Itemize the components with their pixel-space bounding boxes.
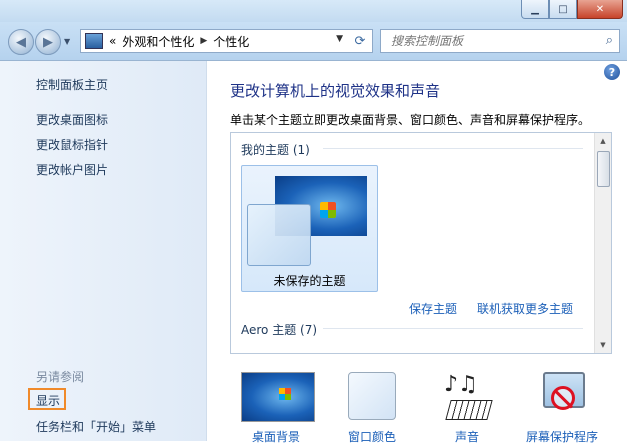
window-color-button[interactable]: 窗口颜色 — [327, 372, 417, 444]
desktop-background-icon — [241, 372, 315, 422]
group-divider — [323, 328, 583, 329]
sidebar: 控制面板主页 更改桌面图标 更改鼠标指针 更改帐户图片 另请参阅 显示 任务栏和… — [0, 61, 207, 441]
theme-window-color-preview — [247, 204, 311, 266]
forward-button[interactable]: ▶ — [35, 29, 61, 55]
page-title: 更改计算机上的视觉效果和声音 — [230, 82, 441, 100]
scroll-up-icon[interactable]: ▲ — [595, 133, 611, 149]
caption-buttons: ▁ □ ✕ — [521, 0, 623, 19]
see-also-heading: 另请参阅 — [36, 370, 85, 384]
breadcrumb-overflow[interactable]: « — [109, 34, 116, 48]
no-sign-icon — [551, 386, 575, 410]
breadcrumb-personalization[interactable]: 个性化 — [213, 33, 249, 50]
help-button[interactable]: ? — [604, 64, 620, 80]
sidebar-link-desktop-icons[interactable]: 更改桌面图标 — [36, 111, 108, 128]
aero-themes-header: Aero 主题 (7) — [241, 323, 318, 337]
see-also-display-link[interactable]: 显示 — [36, 392, 60, 409]
back-arrow-icon: ◀ — [16, 34, 26, 50]
see-also-taskbar-link[interactable]: 任务栏和「开始」菜单 — [36, 418, 156, 435]
close-button[interactable]: ✕ — [577, 0, 623, 19]
screen-saver-button[interactable]: 屏幕保护程序 — [517, 372, 607, 444]
windows-logo-icon — [320, 202, 336, 218]
maximize-button[interactable]: □ — [549, 0, 577, 19]
address-dropdown-icon[interactable]: ▼ — [336, 34, 343, 44]
search-icon[interactable]: ⌕ — [606, 33, 613, 48]
screen-saver-label[interactable]: 屏幕保护程序 — [517, 428, 607, 445]
vertical-scrollbar[interactable]: ▲ ▼ — [594, 133, 611, 353]
search-box[interactable]: ⌕ — [380, 29, 620, 53]
breadcrumb-separator-icon[interactable]: ▶ — [200, 36, 207, 46]
refresh-icon: ⟳ — [354, 33, 366, 49]
get-more-themes-link[interactable]: 联机获取更多主题 — [477, 300, 573, 317]
back-button[interactable]: ◀ — [8, 29, 34, 55]
refresh-button[interactable]: ⟳ — [348, 29, 373, 53]
minimize-button[interactable]: ▁ — [521, 0, 549, 19]
theme-name: 未保存的主题 — [273, 274, 346, 288]
search-input[interactable] — [389, 33, 593, 49]
unsaved-theme-card[interactable]: 未保存的主题 — [241, 165, 378, 292]
group-divider — [323, 148, 583, 149]
my-themes-header: 我的主题 (1) — [241, 143, 310, 157]
sounds-button[interactable]: ♪♫ 声音 — [422, 372, 512, 444]
window-color-icon — [348, 372, 396, 420]
help-icon: ? — [608, 65, 616, 79]
music-notes-icon: ♪♫ — [444, 372, 478, 397]
sounds-label[interactable]: 声音 — [422, 428, 512, 445]
page-description: 单击某个主题立即更改桌面背景、窗口颜色、声音和屏幕保护程序。 — [230, 113, 591, 127]
desktop-background-label[interactable]: 桌面背景 — [231, 428, 321, 445]
recent-pages-dropdown[interactable]: ▼ — [64, 37, 70, 46]
scroll-down-icon[interactable]: ▼ — [595, 337, 611, 353]
address-bar[interactable]: « 外观和个性化 ▶ 个性化 ▼ — [80, 29, 350, 53]
piano-keyboard-icon — [445, 400, 493, 420]
save-theme-link[interactable]: 保存主题 — [409, 300, 457, 317]
windows-logo-icon — [279, 388, 291, 400]
sidebar-home-link[interactable]: 控制面板主页 — [36, 76, 108, 93]
sidebar-link-account-picture[interactable]: 更改帐户图片 — [36, 161, 108, 178]
control-panel-icon — [85, 33, 103, 49]
theme-list: 我的主题 (1) 未保存的主题 保存主题 联机获取更多主题 Aero 主题 (7… — [230, 132, 612, 354]
navigation-bar: ◀ ▶ ▼ « 外观和个性化 ▶ 个性化 ▼ ⟳ ⌕ — [0, 22, 627, 61]
breadcrumb-appearance[interactable]: 外观和个性化 — [122, 33, 194, 50]
sidebar-link-mouse-pointer[interactable]: 更改鼠标指针 — [36, 136, 108, 153]
scroll-thumb[interactable] — [597, 151, 610, 187]
window-color-label[interactable]: 窗口颜色 — [327, 428, 417, 445]
title-bar: ▁ □ ✕ — [0, 0, 627, 22]
desktop-background-button[interactable]: 桌面背景 — [231, 372, 321, 444]
forward-arrow-icon: ▶ — [43, 34, 53, 50]
